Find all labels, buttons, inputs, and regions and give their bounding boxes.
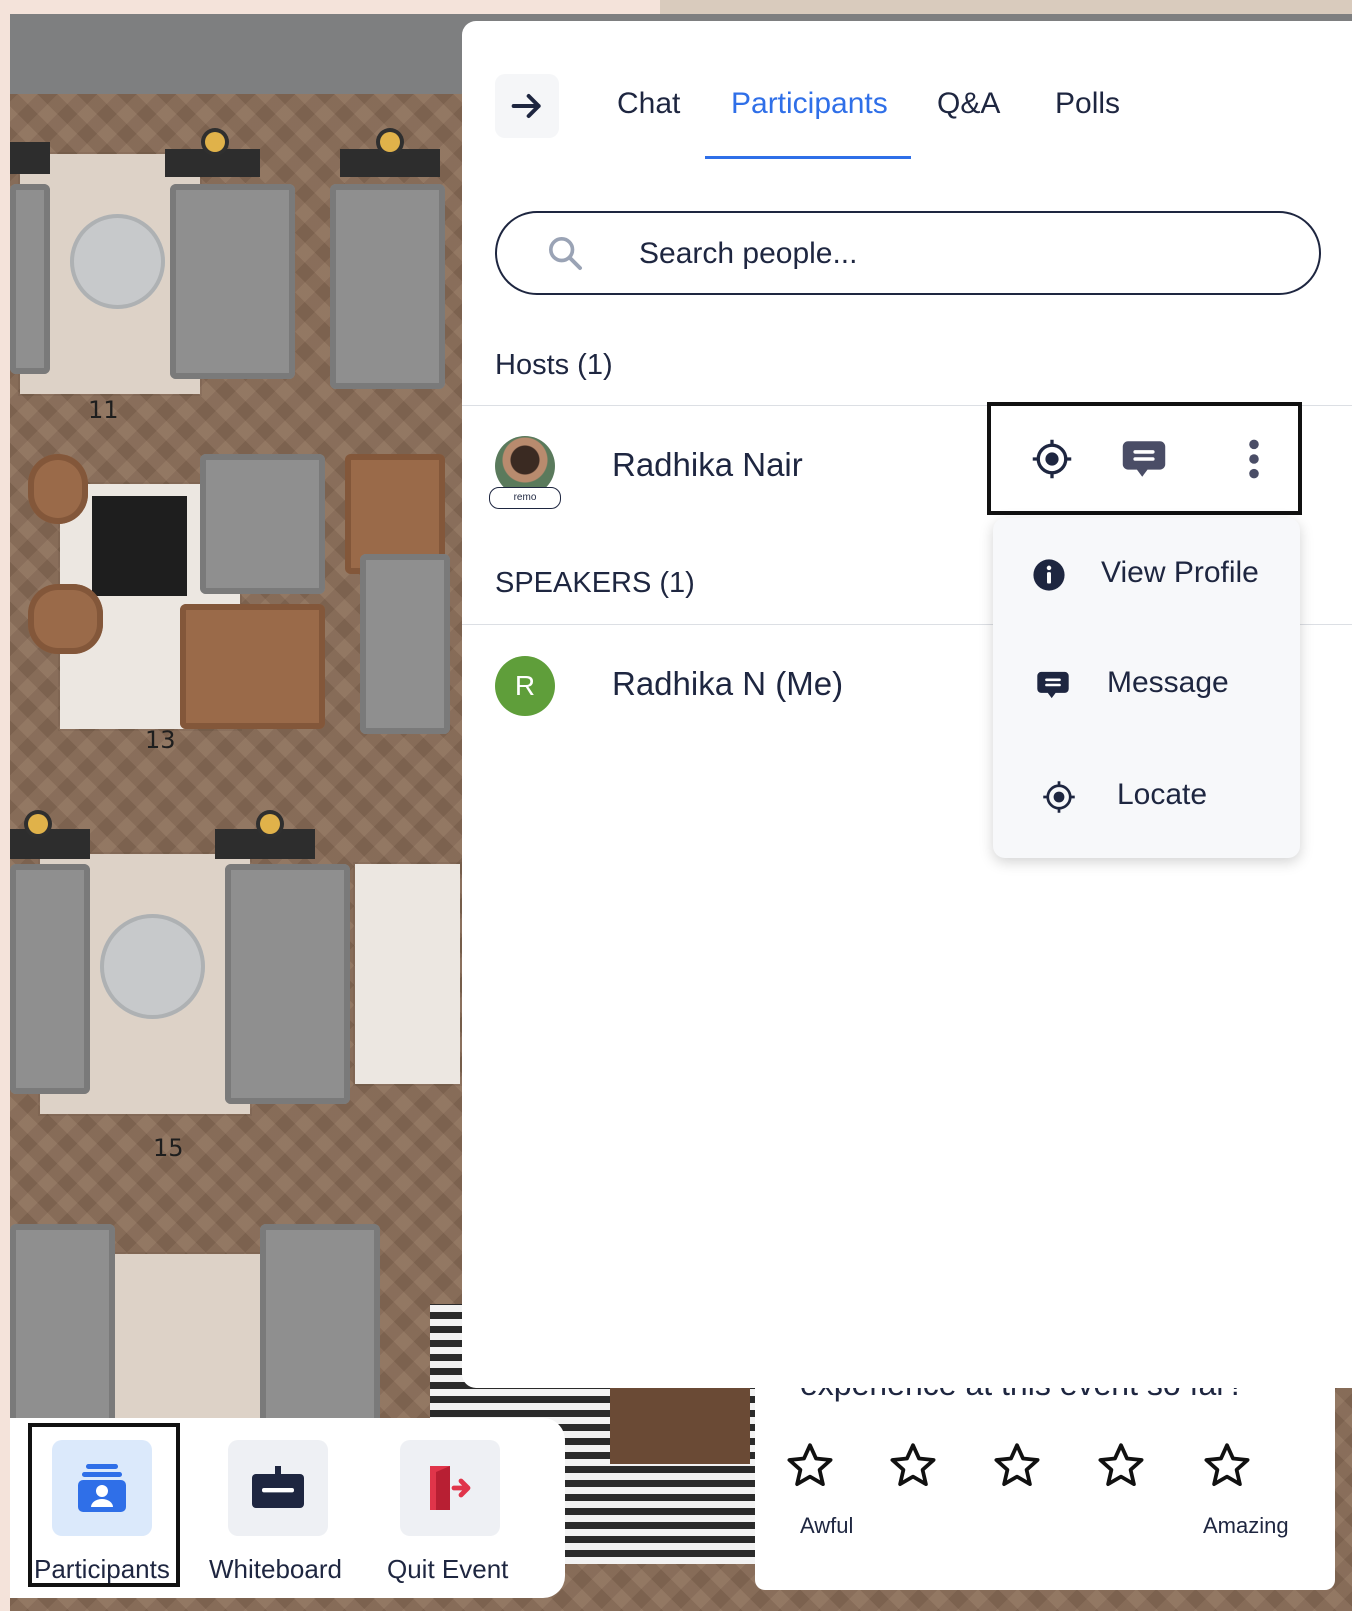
side-table (10, 829, 90, 859)
menu-item-message[interactable]: Message (993, 640, 1300, 730)
tab-chat[interactable]: Chat (617, 87, 680, 121)
seat-number: 13 (145, 726, 176, 754)
star-4-icon[interactable] (1096, 1440, 1146, 1490)
more-vertical-icon (1249, 439, 1259, 479)
top-strip (660, 0, 1352, 14)
sofa[interactable] (330, 184, 445, 389)
search-icon (549, 237, 582, 270)
seat-number: 15 (153, 1134, 184, 1162)
active-tab-indicator (705, 156, 911, 159)
speaker-name[interactable]: Radhika N (Me) (612, 665, 843, 703)
menu-item-label: Locate (1117, 778, 1208, 811)
side-table (165, 149, 260, 177)
locate-button[interactable] (1029, 436, 1075, 482)
whiteboard-button[interactable] (228, 1440, 328, 1536)
armchair[interactable] (28, 584, 103, 654)
menu-item-locate[interactable]: Locate (993, 752, 1300, 842)
rug (355, 864, 460, 1084)
lamp (260, 814, 280, 834)
hosts-heading: Hosts (1) (495, 349, 613, 381)
speakers-heading: SPEAKERS (1) (495, 567, 695, 599)
quit-event-button-label[interactable]: Quit Event (387, 1554, 508, 1585)
search-input[interactable] (637, 213, 1291, 295)
rating-card: experience at this event so far? Awful A… (755, 1388, 1335, 1590)
sofa[interactable] (260, 1224, 380, 1424)
side-table (215, 829, 315, 859)
sofa[interactable] (200, 454, 325, 594)
tab-polls[interactable]: Polls (1055, 87, 1120, 121)
armchair[interactable] (28, 454, 88, 524)
sofa[interactable] (180, 604, 325, 729)
sofa[interactable] (170, 184, 295, 379)
search-box[interactable] (495, 211, 1321, 295)
rating-question: experience at this event so far? (800, 1388, 1245, 1403)
coffee-table[interactable] (92, 496, 187, 596)
host-name[interactable]: Radhika Nair (612, 446, 803, 484)
quit-icon (430, 1466, 471, 1510)
arrow-right-icon (511, 94, 541, 118)
lamp (28, 814, 48, 834)
menu-item-view-profile[interactable]: View Profile (993, 530, 1300, 620)
message-button[interactable] (1121, 436, 1167, 482)
avatar-badge: remo (489, 487, 561, 509)
coffee-table[interactable] (100, 914, 205, 1019)
more-options-button[interactable] (1231, 436, 1277, 482)
message-icon (1122, 441, 1166, 477)
coffee-table[interactable] (70, 214, 165, 309)
rating-high-label: Amazing (1203, 1513, 1289, 1538)
side-table (610, 1384, 750, 1464)
side-table (340, 149, 440, 177)
locate-icon (1032, 439, 1072, 479)
quit-event-button[interactable] (400, 1440, 500, 1536)
locate-icon (1041, 779, 1077, 815)
star-1-icon[interactable] (785, 1440, 835, 1490)
rug (100, 1254, 270, 1424)
tab-participants[interactable]: Participants (731, 87, 888, 121)
star-2-icon[interactable] (888, 1440, 938, 1490)
participants-panel: Chat Participants Q&A Polls Hosts (1) re… (462, 21, 1352, 1388)
participant-context-menu: View Profile Message Locate (993, 518, 1300, 858)
avatar[interactable]: R (495, 656, 555, 716)
sofa[interactable] (10, 864, 90, 1094)
rating-low-label: Awful (800, 1513, 854, 1538)
menu-item-label: View Profile (1101, 556, 1259, 589)
star-5-icon[interactable] (1202, 1440, 1252, 1490)
tab-qa[interactable]: Q&A (937, 87, 1000, 121)
sofa[interactable] (360, 554, 450, 734)
whiteboard-button-label[interactable]: Whiteboard (209, 1554, 342, 1585)
lamp (380, 132, 400, 152)
menu-item-label: Message (1107, 666, 1229, 699)
side-table (10, 142, 50, 174)
collapse-panel-button[interactable] (495, 74, 559, 138)
info-icon (1031, 557, 1067, 593)
whiteboard-icon (252, 1466, 304, 1508)
participants-button-highlight (28, 1423, 180, 1587)
message-icon (1035, 667, 1071, 703)
participant-actions (987, 402, 1302, 515)
sofa[interactable] (10, 1224, 115, 1424)
sofa[interactable] (10, 184, 50, 374)
seat-number: 11 (88, 396, 119, 424)
lamp (205, 132, 225, 152)
sofa[interactable] (225, 864, 350, 1104)
star-3-icon[interactable] (992, 1440, 1042, 1490)
